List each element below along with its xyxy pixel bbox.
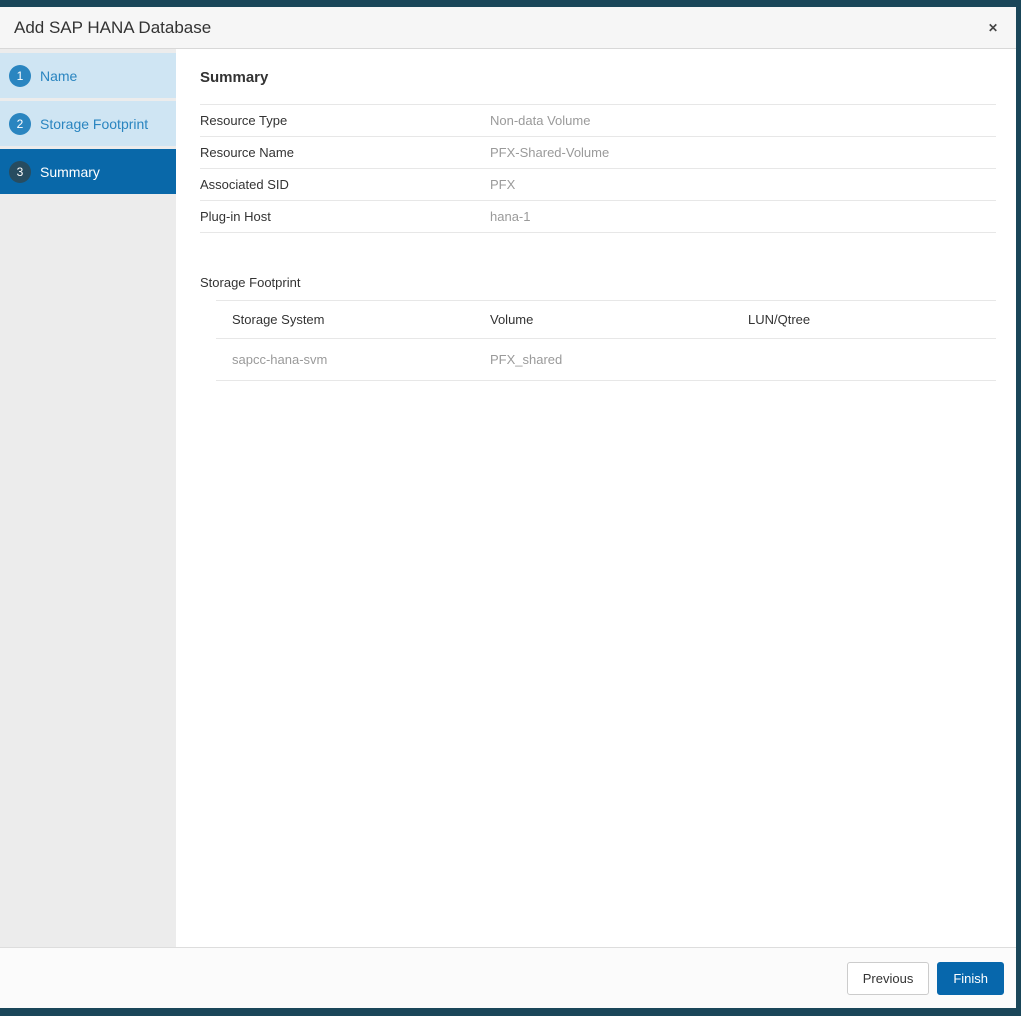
summary-heading: Summary xyxy=(200,69,996,86)
column-header-volume: Volume xyxy=(474,301,732,339)
column-header-lun-qtree: LUN/Qtree xyxy=(732,301,996,339)
previous-button[interactable]: Previous xyxy=(847,962,930,995)
wizard-step-name[interactable]: 1 Name xyxy=(0,53,176,98)
add-sap-hana-database-dialog: Add SAP HANA Database ✕ 1 Name 2 Storage… xyxy=(0,0,1021,1016)
window-top-bar xyxy=(0,0,1021,7)
storage-footprint-heading: Storage Footprint xyxy=(200,275,996,290)
field-label: Associated SID xyxy=(200,177,490,192)
dialog-main: 1 Name 2 Storage Footprint 3 Summary Sum… xyxy=(0,49,1016,947)
field-row-resource-type: Resource Type Non-data Volume xyxy=(200,105,996,137)
dialog-body: Add SAP HANA Database ✕ 1 Name 2 Storage… xyxy=(0,7,1021,1008)
window-bottom-bar xyxy=(0,1008,1021,1016)
field-value: Non-data Volume xyxy=(490,113,590,128)
finish-button[interactable]: Finish xyxy=(937,962,1004,995)
field-row-associated-sid: Associated SID PFX xyxy=(200,169,996,201)
dialog-title: Add SAP HANA Database xyxy=(14,18,211,38)
table-header-row: Storage System Volume LUN/Qtree xyxy=(216,301,996,339)
step-1-number-badge: 1 xyxy=(9,65,31,87)
step-2-label: Storage Footprint xyxy=(40,116,148,132)
field-value: hana-1 xyxy=(490,209,530,224)
cell-storage-system: sapcc-hana-svm xyxy=(216,339,474,381)
dialog-footer: Previous Finish xyxy=(0,947,1016,1008)
cell-lun-qtree xyxy=(732,339,996,381)
field-label: Resource Name xyxy=(200,145,490,160)
summary-panel: Summary Resource Type Non-data Volume Re… xyxy=(176,49,1016,947)
field-row-resource-name: Resource Name PFX-Shared-Volume xyxy=(200,137,996,169)
wizard-step-summary[interactable]: 3 Summary xyxy=(0,149,176,194)
field-value: PFX xyxy=(490,177,515,192)
step-3-label: Summary xyxy=(40,164,100,180)
cell-volume: PFX_shared xyxy=(474,339,732,381)
field-label: Plug-in Host xyxy=(200,209,490,224)
summary-fields: Resource Type Non-data Volume Resource N… xyxy=(200,104,996,233)
storage-footprint-table: Storage System Volume LUN/Qtree sapcc-ha… xyxy=(216,300,996,381)
close-icon[interactable]: ✕ xyxy=(984,18,1002,38)
step-2-number-badge: 2 xyxy=(9,113,31,135)
field-value: PFX-Shared-Volume xyxy=(490,145,609,160)
step-3-number-badge: 3 xyxy=(9,161,31,183)
field-label: Resource Type xyxy=(200,113,490,128)
step-1-label: Name xyxy=(40,68,77,84)
dialog-header: Add SAP HANA Database ✕ xyxy=(0,7,1016,49)
wizard-step-storage-footprint[interactable]: 2 Storage Footprint xyxy=(0,101,176,146)
wizard-steps-sidebar: 1 Name 2 Storage Footprint 3 Summary xyxy=(0,49,176,947)
table-row: sapcc-hana-svm PFX_shared xyxy=(216,339,996,381)
column-header-storage-system: Storage System xyxy=(216,301,474,339)
field-row-plugin-host: Plug-in Host hana-1 xyxy=(200,201,996,233)
